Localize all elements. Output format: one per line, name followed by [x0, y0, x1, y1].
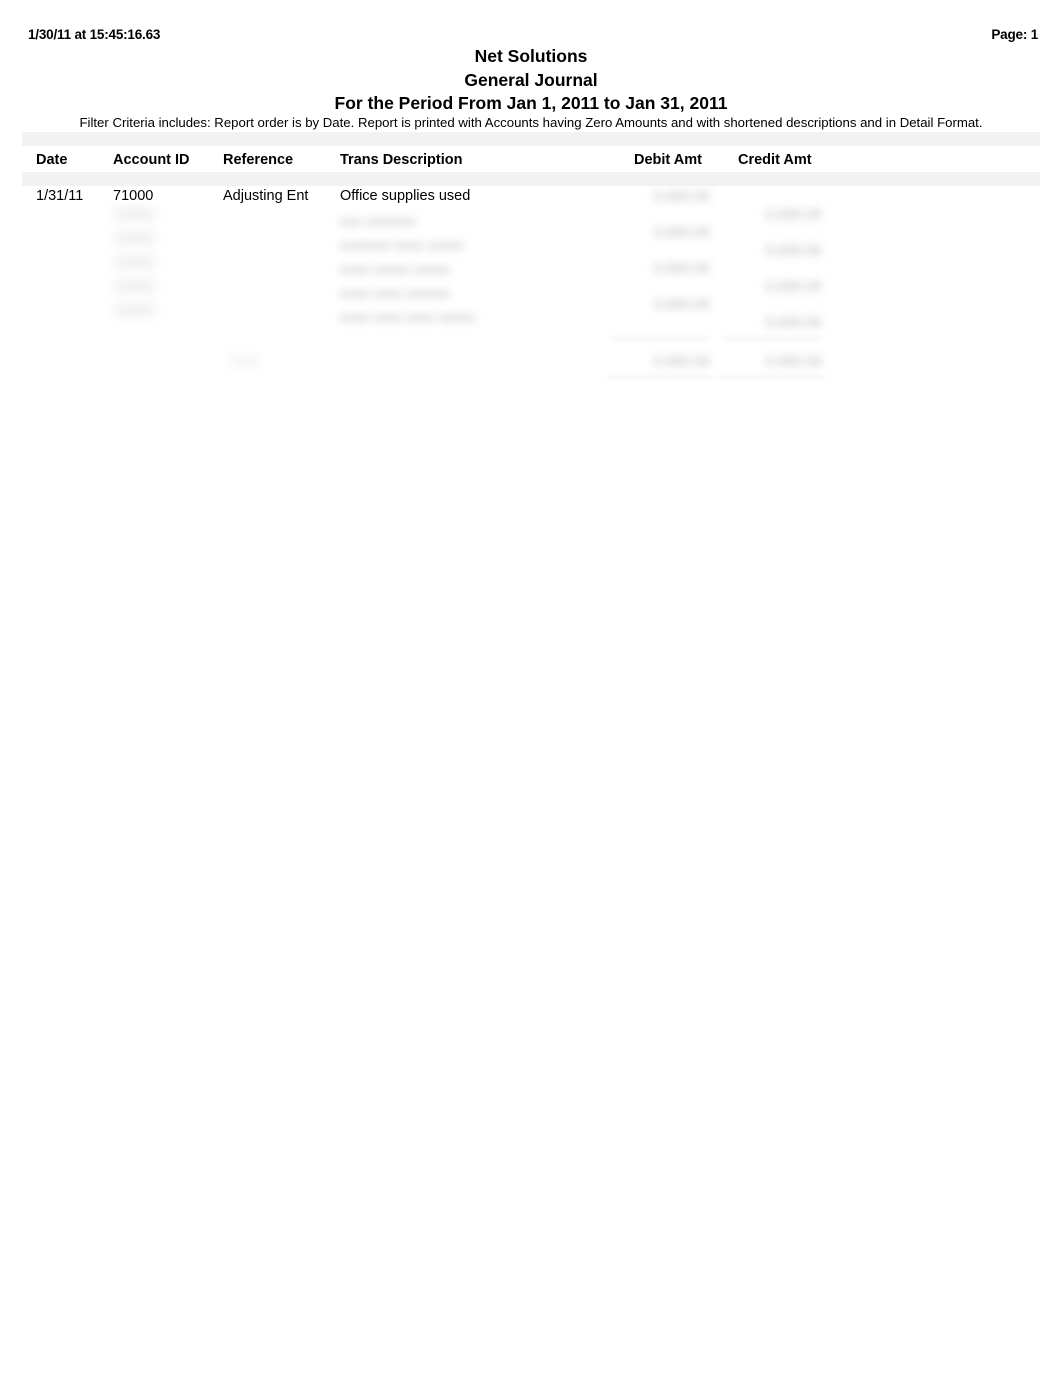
table-header-row: Date Account ID Reference Trans Descript… [0, 150, 1062, 171]
header-band-bottom [22, 172, 1040, 186]
debit-total-rule [612, 338, 710, 339]
redacted-credit-amount: 0,000.00 [765, 243, 822, 259]
redacted-total-credit: 0,000.00 [765, 354, 822, 370]
redacted-debit-amount: 0,000.00 [653, 225, 710, 241]
redacted-debit-amount: 0,000.00 [653, 297, 710, 313]
company-name: Net Solutions [474, 46, 588, 66]
redacted-credit-amount: 0,000.00 [765, 207, 822, 223]
redacted-account-id: 00000 [115, 231, 156, 247]
column-header-reference: Reference [223, 152, 294, 168]
redacted-credit-amount: 0,000.00 [765, 279, 822, 295]
report-page: 1/30/11 at 15:45:16.63 Page: 1 Net Solut… [0, 0, 1062, 1377]
redacted-trans-description: xxx xxxxxxx [340, 214, 417, 230]
redacted-debit-amount: 0,000.00 [653, 189, 710, 205]
redacted-account-id: 00000 [115, 255, 156, 271]
redacted-account-id: 00000 [115, 207, 156, 223]
credit-total-rule [724, 338, 822, 339]
table-row: 1/31/11 71000 Adjusting Ent Office suppl… [0, 186, 1062, 207]
redacted-debit-amount: 0,000.00 [653, 261, 710, 277]
column-header-debit-amt: Debit Amt [634, 152, 702, 168]
credit-grand-total-rule [720, 376, 824, 377]
report-timestamp: 1/30/11 at 15:45:16.63 [28, 27, 161, 42]
cell-trans-description: Office supplies used [340, 188, 471, 204]
cell-reference: Adjusting Ent [223, 188, 309, 204]
redacted-account-id: 00000 [115, 303, 156, 319]
header-band-top [22, 132, 1040, 146]
filter-criteria: Filter Criteria includes: Report order i… [79, 115, 983, 130]
report-name: General Journal [464, 69, 598, 90]
redacted-trans-description: xxxx xxxxx xxxxx [340, 262, 450, 278]
report-title-block: Net Solutions General Journal For the Pe… [0, 45, 1062, 116]
debit-grand-total-rule [608, 376, 712, 377]
page-number: Page: 1 [991, 27, 1038, 42]
column-header-trans-description: Trans Description [340, 152, 463, 168]
cell-date: 1/31/11 [36, 188, 84, 204]
redacted-total-label: Total [228, 354, 259, 370]
column-header-date: Date [36, 152, 68, 168]
column-header-account-id: Account ID [113, 152, 190, 168]
column-header-credit-amt: Credit Amt [738, 152, 812, 168]
redacted-credit-amount: 0,000.00 [765, 315, 822, 331]
redacted-total-debit: 0,000.00 [653, 354, 710, 370]
redacted-account-id: 00000 [115, 279, 156, 295]
report-meta-row: 1/30/11 at 15:45:16.63 Page: 1 [0, 27, 1062, 45]
redacted-trans-description: xxxxxxx xxxx xxxxx [340, 238, 465, 254]
redacted-trans-description: xxxx xxxx xxxx xxxxx [340, 310, 476, 326]
redacted-trans-description: xxxx xxxx xxxxxx [340, 286, 450, 302]
report-period: For the Period From Jan 1, 2011 to Jan 3… [334, 93, 728, 113]
cell-account-id: 71000 [113, 188, 154, 204]
